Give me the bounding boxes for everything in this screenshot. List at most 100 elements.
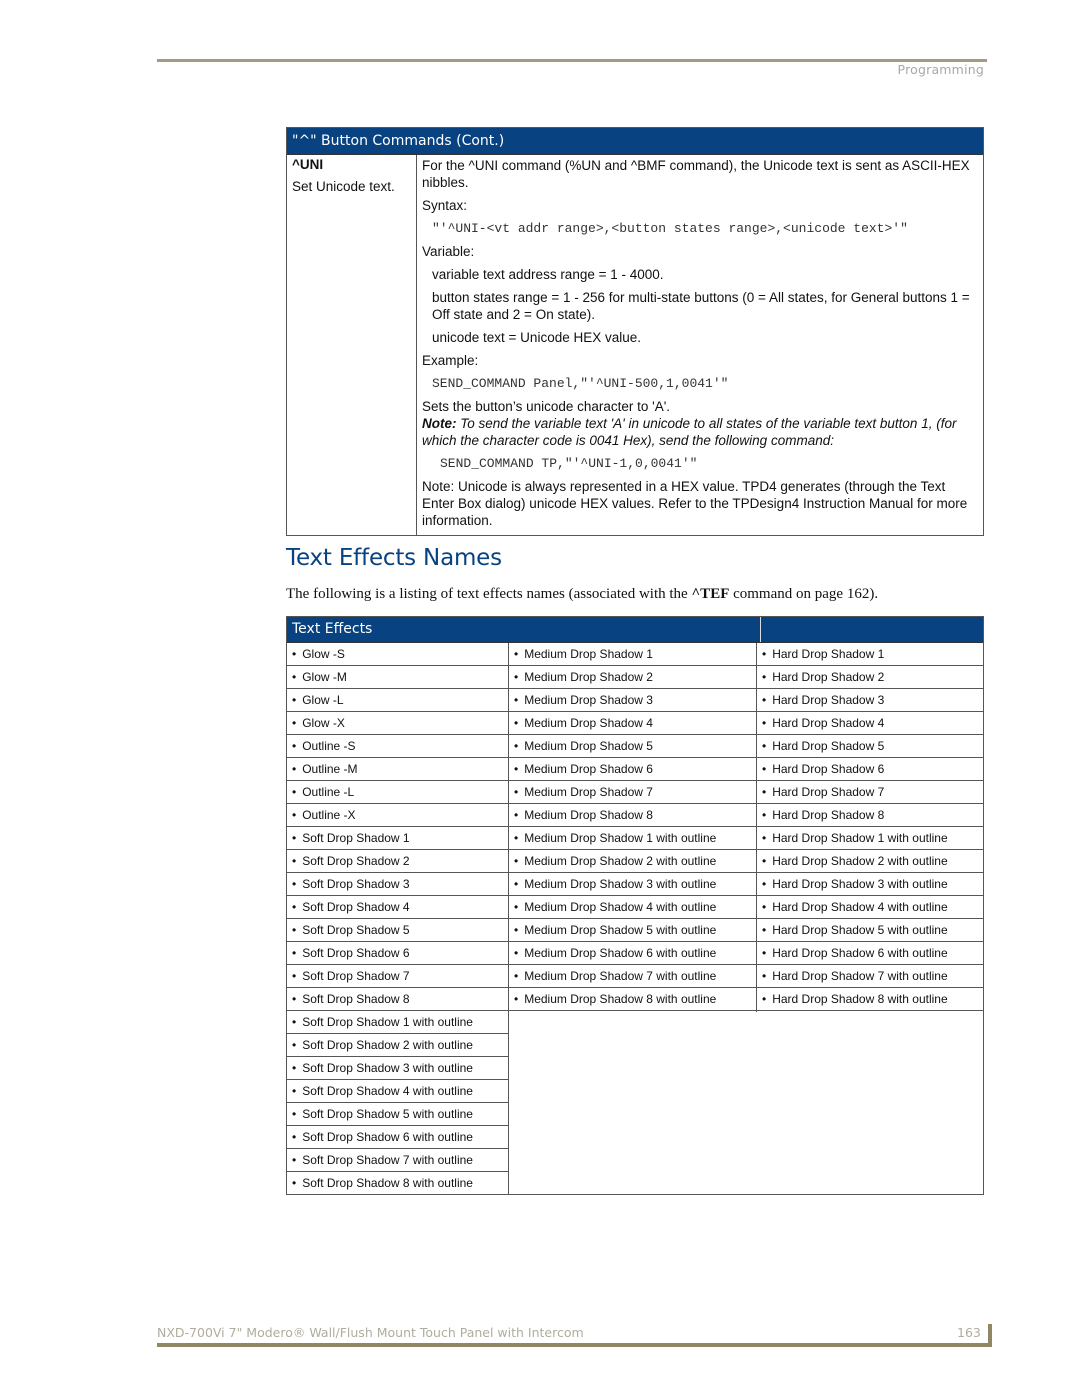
effect-name: Soft Drop Shadow 2 with outline — [302, 1038, 473, 1052]
table-header-empty — [760, 617, 983, 642]
effect-name: Hard Drop Shadow 8 — [772, 808, 885, 822]
example-description: Sets the button’s unicode character to '… — [422, 399, 671, 414]
button-commands-table: "^" Button Commands (Cont.) ^UNI Set Uni… — [286, 127, 984, 536]
effect-cell: • Hard Drop Shadow 4 with outline — [757, 896, 983, 919]
bullet-icon: • — [514, 969, 519, 983]
effect-cell: • Medium Drop Shadow 4 — [509, 712, 756, 735]
effect-cell: • Medium Drop Shadow 4 with outline — [509, 896, 756, 919]
effect-cell: • Soft Drop Shadow 5 with outline — [287, 1103, 508, 1126]
effect-cell: • Outline -X — [287, 804, 508, 827]
effect-name: Hard Drop Shadow 5 — [772, 739, 885, 753]
effect-cell: • Hard Drop Shadow 7 with outline — [757, 965, 983, 988]
bullet-icon: • — [762, 716, 767, 730]
effect-name: Outline -X — [302, 808, 356, 822]
bullet-icon: • — [292, 762, 297, 776]
effect-name: Medium Drop Shadow 6 with outline — [524, 946, 717, 960]
text-effects-table: Text Effects • Glow -S • Glow -M • Glow -L • Gl… — [286, 616, 984, 1195]
effect-cell: • Glow -M — [287, 666, 508, 689]
bullet-icon: • — [514, 923, 519, 937]
effect-name: Glow -M — [302, 670, 347, 684]
bullet-icon: • — [762, 900, 767, 914]
effect-name: Soft Drop Shadow 6 — [302, 946, 410, 960]
effect-name: Hard Drop Shadow 1 with outline — [772, 831, 948, 845]
bullet-icon: • — [292, 992, 297, 1006]
effect-name: Soft Drop Shadow 1 — [302, 831, 410, 845]
effect-name: Soft Drop Shadow 3 — [302, 877, 410, 891]
effect-name: Medium Drop Shadow 1 with outline — [524, 831, 717, 845]
effect-cell: • Medium Drop Shadow 8 with outline — [509, 988, 756, 1011]
effect-name: Hard Drop Shadow 7 — [772, 785, 885, 799]
bullet-icon: • — [514, 762, 519, 776]
command-details: For the ^UNI command (%UN and ^BMF comma… — [417, 155, 983, 535]
effect-cell: • Soft Drop Shadow 3 — [287, 873, 508, 896]
effect-cell: • Hard Drop Shadow 5 with outline — [757, 919, 983, 942]
bullet-icon: • — [514, 739, 519, 753]
effect-name: Medium Drop Shadow 7 with outline — [524, 969, 717, 983]
footer-rule — [157, 1343, 992, 1347]
effect-name: Soft Drop Shadow 7 — [302, 969, 410, 983]
effect-cell: • Medium Drop Shadow 5 — [509, 735, 756, 758]
bullet-icon: • — [762, 992, 767, 1006]
effect-name: Soft Drop Shadow 8 — [302, 992, 410, 1006]
effect-cell: • Glow -S — [287, 643, 508, 666]
footer-corner-mark — [988, 1324, 992, 1347]
table-title: Text Effects — [292, 621, 373, 637]
effect-cell: • Soft Drop Shadow 5 — [287, 919, 508, 942]
bullet-icon: • — [762, 831, 767, 845]
effect-cell: • Soft Drop Shadow 7 — [287, 965, 508, 988]
effect-cell: • Hard Drop Shadow 5 — [757, 735, 983, 758]
effect-cell: • Soft Drop Shadow 3 with outline — [287, 1057, 508, 1080]
effect-name: Soft Drop Shadow 4 — [302, 900, 410, 914]
effect-name: Hard Drop Shadow 4 — [772, 716, 885, 730]
bullet-icon: • — [292, 785, 297, 799]
bullet-icon: • — [514, 693, 519, 707]
header-rule — [157, 59, 987, 62]
bullet-icon: • — [514, 831, 519, 845]
effect-name: Medium Drop Shadow 4 with outline — [524, 900, 717, 914]
effect-name: Outline -L — [302, 785, 355, 799]
effect-name: Soft Drop Shadow 4 with outline — [302, 1084, 473, 1098]
effect-cell: • Hard Drop Shadow 2 with outline — [757, 850, 983, 873]
bullet-icon: • — [514, 900, 519, 914]
effect-cell: • Outline -S — [287, 735, 508, 758]
bullet-icon: • — [292, 1061, 297, 1075]
effect-cell: • Soft Drop Shadow 7 with outline — [287, 1149, 508, 1172]
effects-column-1: • Glow -S • Glow -M • Glow -L • Glow -X • Outline… — [287, 643, 509, 1194]
effect-name: Medium Drop Shadow 5 with outline — [524, 923, 717, 937]
effect-name: Hard Drop Shadow 3 — [772, 693, 885, 707]
bullet-icon: • — [292, 808, 297, 822]
footer-title: NXD-700Vi 7" Modero® Wall/Flush Mount To… — [157, 1325, 584, 1340]
effect-cell: • Medium Drop Shadow 3 — [509, 689, 756, 712]
bullet-icon: • — [762, 785, 767, 799]
bullet-icon: • — [762, 946, 767, 960]
bullet-icon: • — [762, 808, 767, 822]
effect-name: Soft Drop Shadow 5 with outline — [302, 1107, 473, 1121]
effect-cell: • Soft Drop Shadow 2 — [287, 850, 508, 873]
bullet-icon: • — [514, 647, 519, 661]
command-name: ^UNI — [292, 157, 324, 172]
note: Note: To send the variable text 'A' in u… — [422, 415, 978, 449]
effect-name: Soft Drop Shadow 6 with outline — [302, 1130, 473, 1144]
bullet-icon: • — [762, 969, 767, 983]
effect-name: Hard Drop Shadow 3 with outline — [772, 877, 948, 891]
bullet-icon: • — [292, 1130, 297, 1144]
effect-cell: • Hard Drop Shadow 1 — [757, 643, 983, 666]
effect-name: Medium Drop Shadow 6 — [524, 762, 653, 776]
effect-cell: • Medium Drop Shadow 1 — [509, 643, 756, 666]
effect-cell: • Medium Drop Shadow 2 with outline — [509, 850, 756, 873]
bullet-icon: • — [514, 946, 519, 960]
effect-cell: • Hard Drop Shadow 3 — [757, 689, 983, 712]
bullet-icon: • — [292, 1176, 297, 1190]
effect-name: Glow -X — [302, 716, 345, 730]
effect-name: Hard Drop Shadow 7 with outline — [772, 969, 948, 983]
effect-name: Medium Drop Shadow 5 — [524, 739, 653, 753]
section-heading: Text Effects Names — [286, 545, 502, 571]
effect-cell: • Soft Drop Shadow 4 with outline — [287, 1080, 508, 1103]
intro-command: ^TEF — [691, 586, 730, 602]
bullet-icon: • — [292, 946, 297, 960]
effect-cell: • Medium Drop Shadow 6 — [509, 758, 756, 781]
effect-cell: • Hard Drop Shadow 6 with outline — [757, 942, 983, 965]
effect-name: Medium Drop Shadow 1 — [524, 647, 653, 661]
bullet-icon: • — [762, 923, 767, 937]
variable-item: variable text address range = 1 - 4000. — [432, 267, 664, 282]
